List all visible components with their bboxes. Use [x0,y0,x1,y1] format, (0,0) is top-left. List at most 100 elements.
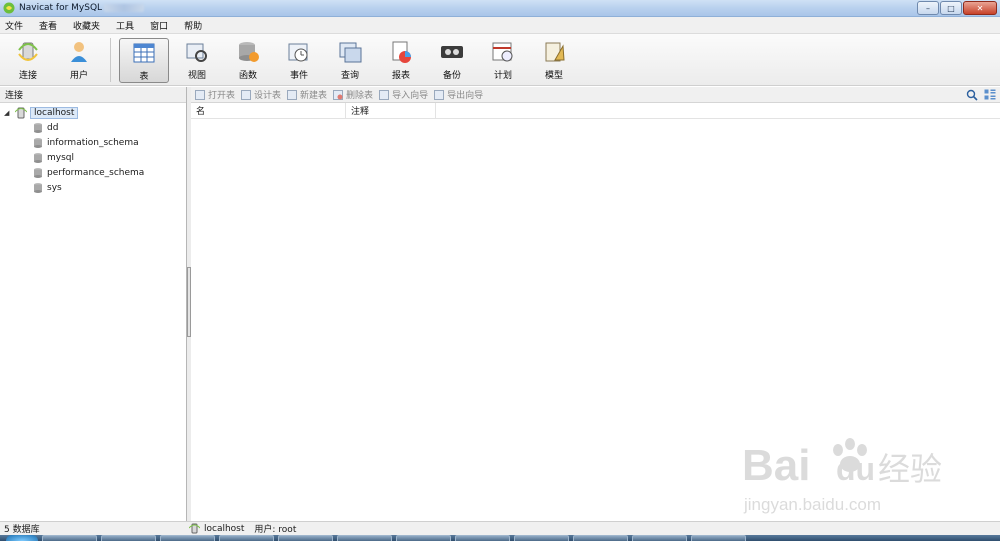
export-wizard-label: 导出向导 [447,91,484,101]
database-icon [34,182,42,193]
maximize-button[interactable]: □ [940,1,962,15]
status-user: 用户: root [254,525,297,535]
taskbar-item[interactable] [219,535,274,541]
new-table-button[interactable]: 新建表 [287,88,327,101]
user-icon [71,42,87,62]
menu-bar: 文件 查看 收藏夹 工具 窗口 帮助 [0,17,1000,34]
tree-item-database[interactable]: mysql [0,150,186,165]
object-toolbar-right [960,89,996,101]
navicat-app-icon [3,2,15,14]
taskbar-item[interactable] [632,535,687,541]
minimize-button[interactable]: – [917,1,939,15]
menu-tools[interactable]: 工具 [108,19,142,32]
tree-item-database[interactable]: performance_schema [0,165,186,180]
design-table-icon [241,89,252,100]
taskbar-item[interactable] [278,535,333,541]
tree-item-label: performance_schema [47,167,145,178]
database-icon [34,167,42,178]
close-button[interactable]: ✕ [963,1,997,15]
toolbar-backup-label: 备份 [442,71,461,81]
taskbar-item[interactable] [573,535,628,541]
connection-icon [18,42,38,61]
design-table-label: 设计表 [254,91,282,101]
toolbar-query-button[interactable]: 查询 [327,38,373,83]
toolbar-schedule-button[interactable]: 计划 [480,38,526,83]
toolbar-schedule-label: 计划 [493,71,512,81]
toolbar-function-button[interactable]: 函数 [225,38,271,83]
toolbar-backup-button[interactable]: 备份 [429,38,475,83]
toolbar-connection-button[interactable]: 连接 [5,38,51,83]
toolbar-report-button[interactable]: 报表 [378,38,424,83]
open-table-label: 打开表 [208,91,236,101]
title-blurred-region [104,4,145,12]
status-bar: 5 数据库 localhost 用户: root [0,521,1000,535]
report-icon [392,41,411,63]
toolbar-event-button[interactable]: 事件 [276,38,322,83]
toolbar-user-button[interactable]: 用户 [56,38,102,83]
toolbar-model-button[interactable]: 模型 [531,38,577,83]
toolbar-table-button[interactable]: 表 [119,38,169,83]
function-icon [239,42,259,62]
menu-favorites[interactable]: 收藏夹 [65,19,108,32]
delete-table-label: 删除表 [346,91,374,101]
window-title: Navicat for MySQL [19,3,103,13]
toolbar-view-button[interactable]: 视图 [174,38,220,83]
watermark-cn: 经验 [878,450,942,488]
model-icon [545,42,565,62]
open-table-icon [195,89,205,100]
tree-item-localhost[interactable]: ◢ localhost [0,105,186,120]
delete-table-button[interactable]: 删除表 [333,88,373,101]
taskbar-item[interactable] [455,535,510,541]
watermark-brand: Bai [742,441,810,490]
taskbar-item[interactable] [396,535,451,541]
open-table-button[interactable]: 打开表 [195,88,235,101]
window-controls: – □ ✕ [916,1,997,15]
search-icon[interactable] [966,89,978,101]
title-bar: Navicat for MySQL – □ ✕ [0,0,1000,17]
column-header-comment[interactable]: 注释 [346,103,436,118]
connection-status-icon [189,523,200,534]
tree-item-database[interactable]: dd [0,120,186,135]
import-wizard-icon [379,89,390,100]
menu-help[interactable]: 帮助 [176,19,210,32]
new-table-label: 新建表 [300,91,328,101]
taskbar-item[interactable] [101,535,156,541]
tree-item-database[interactable]: information_schema [0,135,186,150]
database-icon [34,122,42,133]
view-mode-icon[interactable] [984,89,996,101]
database-icon [34,137,42,148]
toolbar-event-label: 事件 [289,71,308,81]
table-icon [133,43,155,63]
taskbar-item[interactable] [337,535,392,541]
toolbar-connection-label: 连接 [18,71,37,81]
status-connection: localhost 用户: root [187,522,296,535]
watermark-brand-suffix: du [836,451,875,487]
schedule-icon [492,42,513,62]
column-header-name[interactable]: 名 [191,103,346,118]
menu-file[interactable]: 文件 [0,19,31,32]
os-taskbar [0,535,1000,541]
tree-item-label: dd [47,122,59,133]
database-count: 5 数据库 [4,525,40,535]
taskbar-item[interactable] [691,535,746,541]
collapse-arrow-icon[interactable]: ◢ [4,109,12,117]
event-icon [288,43,308,62]
import-wizard-button[interactable]: 导入向导 [379,88,428,101]
start-button[interactable] [6,535,38,541]
tree-item-label: information_schema [47,137,139,148]
export-wizard-button[interactable]: 导出向导 [434,88,483,101]
taskbar-item[interactable] [160,535,215,541]
connection-tree: ◢ localhost dd information_schema mysql … [0,103,186,195]
taskbar-item[interactable] [514,535,569,541]
object-toolbar: 打开表 设计表 新建表 删除表 导入向导 导出向导 [191,87,1000,103]
tree-item-database[interactable]: sys [0,180,186,195]
connection-panel: 连接 ◢ localhost dd information_schema mys… [0,87,187,521]
design-table-button[interactable]: 设计表 [241,88,281,101]
main-toolbar: 连接 用户 表 视图 函数 事件 查询 报表 备份 计划 模型 [0,34,1000,86]
mysql-connection-icon [15,107,27,118]
backup-icon [441,46,463,58]
menu-view[interactable]: 查看 [31,19,65,32]
taskbar-item[interactable] [42,535,97,541]
toolbar-table-label: 表 [139,72,149,82]
menu-window[interactable]: 窗口 [142,19,176,32]
